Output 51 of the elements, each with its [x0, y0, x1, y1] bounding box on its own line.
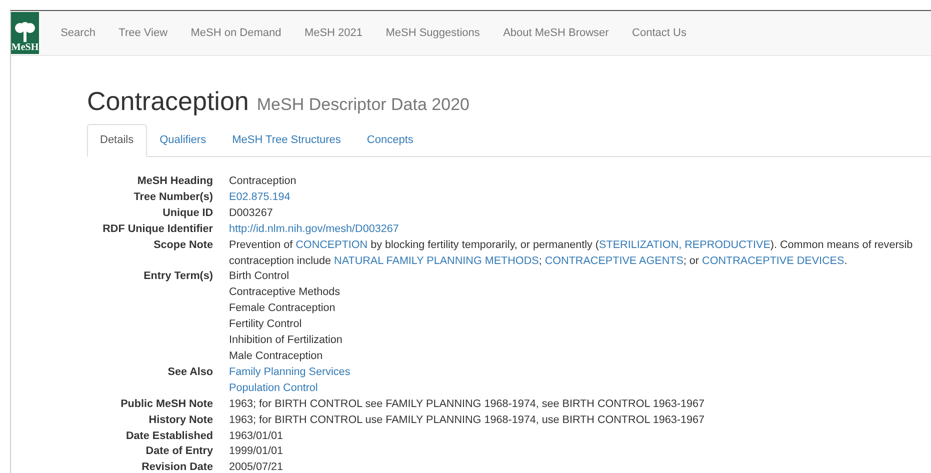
field-label: Entry Term(s) — [142, 269, 213, 284]
nav-link[interactable]: Tree View — [107, 27, 180, 39]
page-title: Contraception — [87, 86, 249, 117]
nav-link[interactable]: MeSH Suggestions — [374, 27, 492, 39]
field-label: MeSH Heading — [136, 174, 213, 189]
field-value: 1963/01/01 — [229, 430, 284, 442]
nav-link[interactable]: MeSH on Demand — [179, 27, 293, 39]
nav-link[interactable]: About MeSH Browser — [491, 27, 620, 39]
field-value: Female Contraception — [229, 302, 336, 314]
tab[interactable]: Qualifiers — [146, 124, 220, 157]
logo[interactable]: MeSH — [11, 12, 39, 54]
field-label: Date of Entry — [144, 444, 213, 460]
field-label: RDF Unique Identifier — [102, 222, 213, 237]
nav-link[interactable]: Contact Us — [620, 27, 698, 39]
field-value: 1963; for BIRTH CONTROL see FAMILY PLANNING 1968-1974, see BIRTH CONTROL 1963-1967 — [229, 398, 704, 410]
field-link[interactable]: E02.875.194 — [229, 190, 290, 203]
field-label: Date Established — [124, 428, 213, 444]
field-link[interactable]: http://id.nlm.nih.gov/mesh/D003267 — [229, 222, 399, 235]
field-label: Revision Date — [140, 460, 213, 473]
field-link[interactable]: Population Control — [229, 382, 318, 394]
note-link[interactable]: CONTRACEPTIVE AGENTS — [544, 254, 684, 267]
nav-link[interactable]: MeSH 2021 — [292, 27, 374, 39]
field-value: Birth Control — [229, 270, 290, 282]
field-label: History Note — [148, 412, 213, 428]
field-label: See Also — [166, 364, 213, 380]
field-value: Male Contraception — [229, 350, 323, 362]
field-value: Contraceptive Methods — [229, 286, 340, 298]
field-label: Public MeSH Note — [120, 396, 213, 412]
tab[interactable]: Details — [87, 124, 147, 157]
note-text: contraception include NATURAL FAMILY PLANNING METHODS; CONTRACEPTIVE AGENTS; or CONTRACEPTIVE DEVICES. — [229, 254, 848, 267]
note-link[interactable]: STERILIZATION, REPRODUCTIVE — [599, 238, 770, 251]
field-value: D003267 — [229, 206, 273, 219]
note-link[interactable]: CONCEPTION — [296, 238, 368, 251]
tab[interactable]: Concepts — [354, 124, 426, 157]
note-link[interactable]: NATURAL FAMILY PLANNING METHODS — [334, 254, 539, 267]
tree-icon — [12, 22, 38, 42]
field-label: Tree Number(s) — [132, 190, 213, 205]
note-link[interactable]: CONTRACEPTIVE DEVICES — [702, 254, 844, 267]
tab[interactable]: MeSH Tree Structures — [219, 124, 354, 157]
nav-link[interactable]: Search — [49, 27, 108, 39]
field-value: Fertility Control — [229, 318, 302, 330]
field-value: Inhibition of Fertilization — [229, 334, 342, 346]
field-link[interactable]: Family Planning Services — [229, 366, 350, 378]
field-label: Unique ID — [162, 206, 213, 221]
field-value: 1963; for BIRTH CONTROL use FAMILY PLANNING 1968-1974, use BIRTH CONTROL 1963-1967 — [229, 414, 704, 426]
field-value: 1999/01/01 — [229, 445, 284, 458]
field-label: Scope Note — [152, 238, 213, 253]
field-value: Contraception — [229, 175, 296, 187]
page-subtitle: MeSH Descriptor Data 2020 — [256, 95, 470, 115]
note-text: Prevention of CONCEPTION by blocking fertility temporarily, or permanently (STERILIZATION, REPRODUCTIVE). Common means of reversib — [229, 238, 913, 251]
field-value: 2005/07/21 — [229, 461, 284, 473]
